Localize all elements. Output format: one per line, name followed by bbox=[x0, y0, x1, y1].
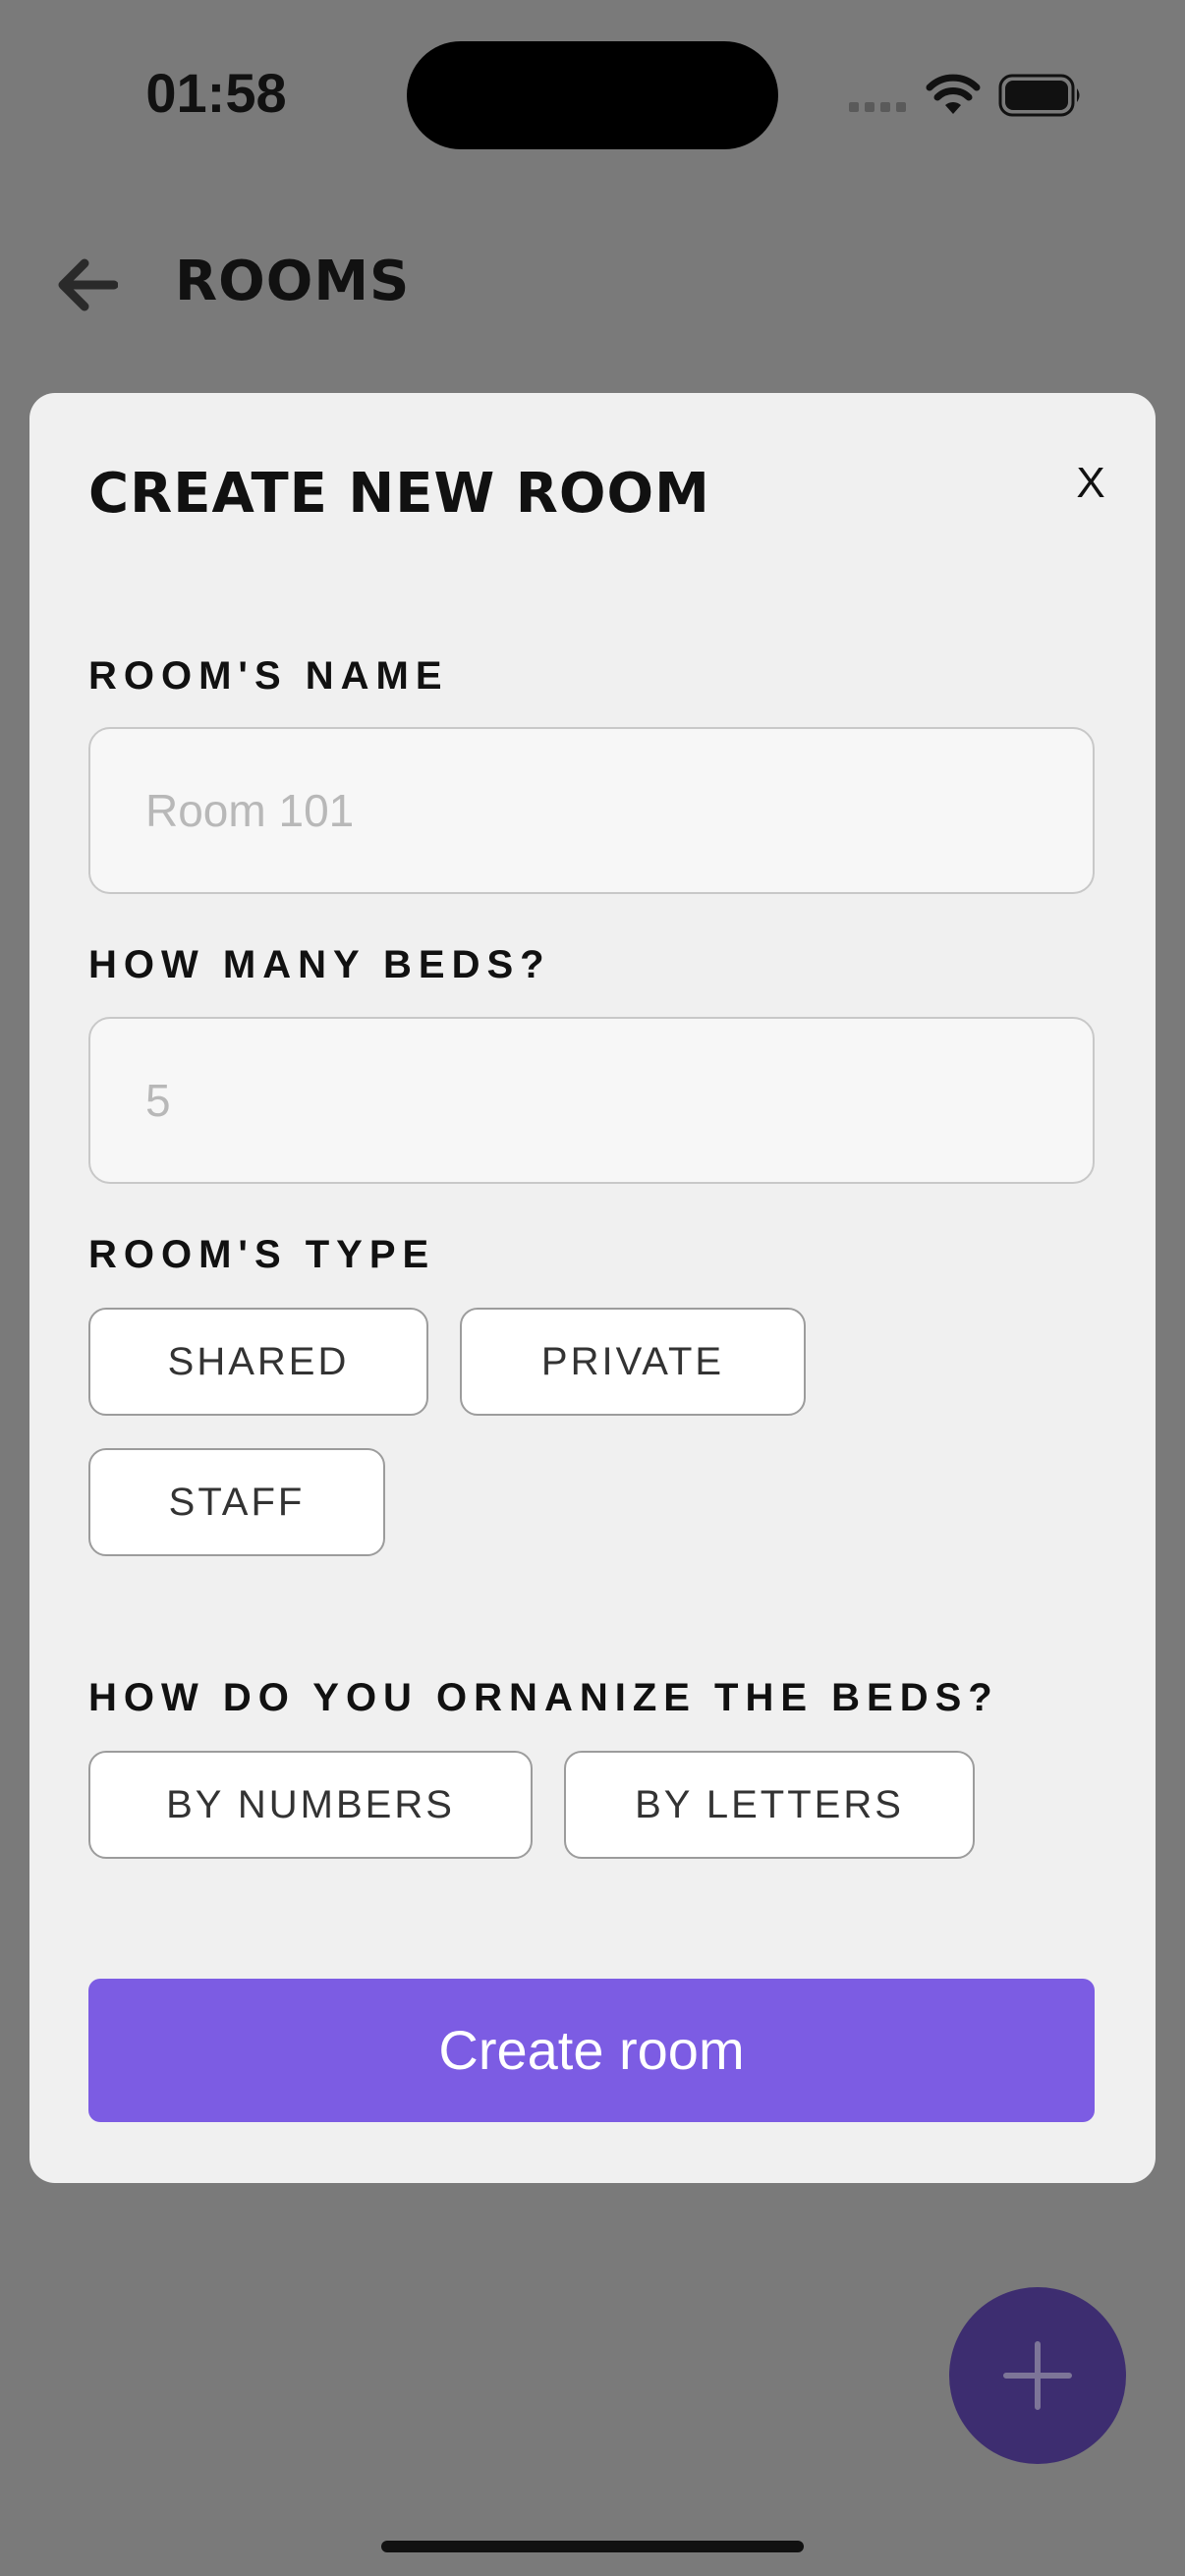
room-name-label: ROOM'S NAME bbox=[88, 654, 449, 698]
room-type-private-option[interactable]: PRIVATE bbox=[460, 1308, 806, 1416]
status-time: 01:58 bbox=[145, 62, 287, 124]
signal-icon bbox=[849, 102, 908, 116]
home-indicator bbox=[381, 2541, 804, 2552]
beds-count-label: HOW MANY BEDS? bbox=[88, 943, 551, 986]
dynamic-island bbox=[407, 41, 778, 149]
bed-organization-label: HOW DO YOU ORNANIZE THE BEDS? bbox=[88, 1676, 999, 1719]
plus-icon bbox=[1003, 2341, 1072, 2410]
page-title: ROOMS bbox=[175, 250, 411, 313]
modal-title: CREATE NEW ROOM bbox=[88, 462, 710, 526]
back-arrow-icon[interactable] bbox=[55, 257, 118, 312]
battery-icon bbox=[998, 74, 1080, 117]
room-type-staff-option[interactable]: STAFF bbox=[88, 1448, 385, 1556]
beds-count-input[interactable] bbox=[88, 1017, 1095, 1184]
room-name-input[interactable] bbox=[88, 727, 1095, 894]
status-bar: 01:58 bbox=[0, 0, 1185, 196]
wifi-icon bbox=[926, 74, 981, 114]
room-type-shared-option[interactable]: SHARED bbox=[88, 1308, 428, 1416]
bed-organization-letters-option[interactable]: BY LETTERS bbox=[564, 1751, 975, 1859]
create-room-button[interactable]: Create room bbox=[88, 1979, 1095, 2122]
close-button[interactable]: X bbox=[1061, 454, 1120, 513]
room-type-label: ROOM'S TYPE bbox=[88, 1233, 436, 1276]
add-room-button[interactable] bbox=[949, 2287, 1126, 2464]
bed-organization-numbers-option[interactable]: BY NUMBERS bbox=[88, 1751, 533, 1859]
create-room-modal: CREATE NEW ROOM X ROOM'S NAME HOW MANY B… bbox=[29, 393, 1156, 2183]
